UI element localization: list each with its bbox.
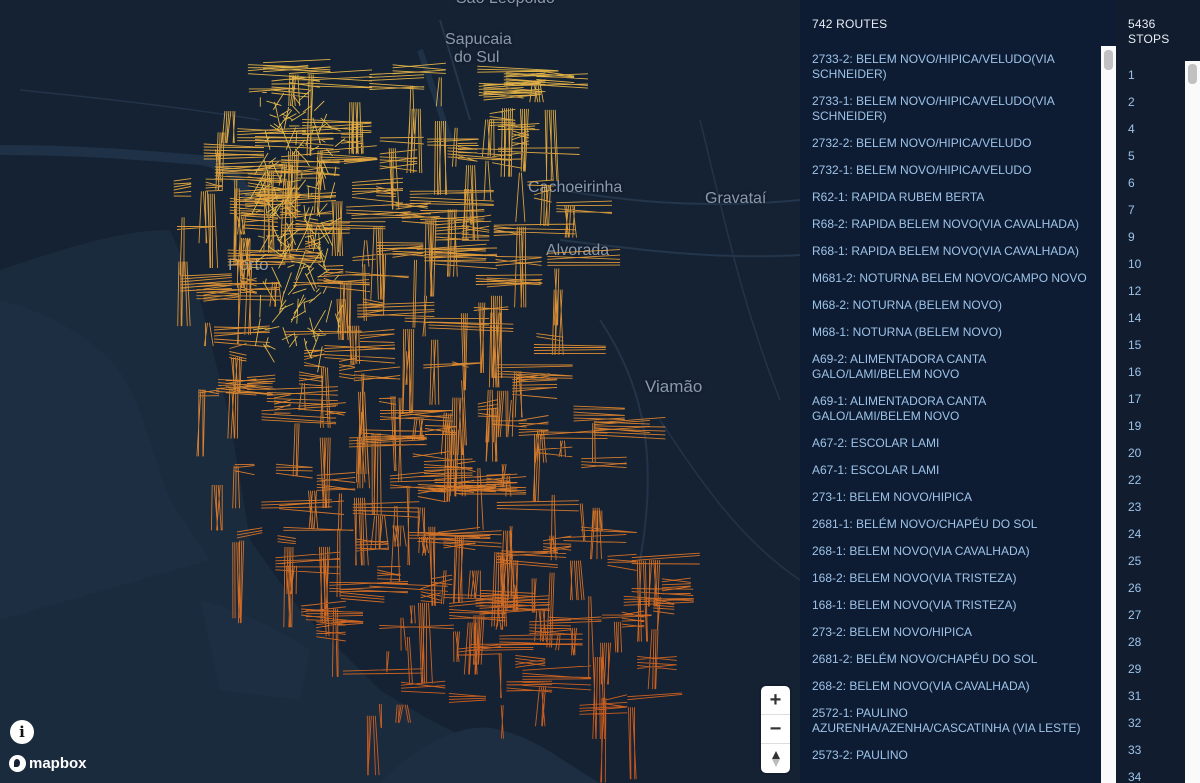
route-item[interactable]: A69-1: ALIMENTADORA CANTA GALO/LAMI/BELE… bbox=[812, 394, 1092, 424]
stop-item[interactable]: 16 bbox=[1128, 364, 1141, 391]
route-item[interactable]: 273-1: BELEM NOVO/HIPICA bbox=[812, 490, 1092, 505]
stop-item[interactable]: 27 bbox=[1128, 607, 1141, 634]
stop-item[interactable]: 19 bbox=[1128, 418, 1141, 445]
routes-scrollbar[interactable] bbox=[1101, 46, 1116, 783]
stop-item[interactable]: 23 bbox=[1128, 499, 1141, 526]
stops-label-header: STOPS bbox=[1128, 32, 1170, 46]
route-lines bbox=[173, 58, 700, 783]
mapbox-logo-text: mapbox bbox=[29, 755, 87, 772]
route-item[interactable]: 2732-2: BELEM NOVO/HIPICA/VELUDO bbox=[812, 136, 1092, 151]
stop-item[interactable]: 22 bbox=[1128, 472, 1141, 499]
routes-list[interactable]: 2733-2: BELEM NOVO/HIPICA/VELUDO(VIA SCH… bbox=[812, 52, 1092, 775]
stop-item[interactable]: 9 bbox=[1128, 229, 1141, 256]
stop-item[interactable]: 12 bbox=[1128, 283, 1141, 310]
route-item[interactable]: 2681-2: BELÉM NOVO/CHAPÉU DO SOL bbox=[812, 652, 1092, 667]
stop-item[interactable]: 31 bbox=[1128, 688, 1141, 715]
stop-item[interactable]: 34 bbox=[1128, 769, 1141, 783]
compass-button[interactable] bbox=[761, 744, 790, 773]
stops-count-header: 5436 bbox=[1128, 17, 1156, 31]
route-item[interactable]: 2732-1: BELEM NOVO/HIPICA/VELUDO bbox=[812, 163, 1092, 178]
stop-item[interactable]: 29 bbox=[1128, 661, 1141, 688]
route-item[interactable]: 2572-1: PAULINO AZURENHA/AZENHA/CASCATIN… bbox=[812, 706, 1092, 736]
side-panel: 742 ROUTES 2733-2: BELEM NOVO/HIPICA/VEL… bbox=[800, 0, 1200, 783]
route-item[interactable]: 273-2: BELEM NOVO/HIPICA bbox=[812, 625, 1092, 640]
stop-item[interactable]: 6 bbox=[1128, 175, 1141, 202]
route-item[interactable]: 2681-1: BELÉM NOVO/CHAPÉU DO SOL bbox=[812, 517, 1092, 532]
route-item[interactable]: A67-2: ESCOLAR LAMI bbox=[812, 436, 1092, 451]
stops-column: 5436 STOPS 1 2 4 5 6 7 9 10 12 14 15 16 17 19 20 22 23 24… bbox=[1116, 0, 1200, 783]
stops-scrollbar[interactable] bbox=[1185, 61, 1200, 783]
route-item[interactable]: M68-1: NOTURNA (BELEM NOVO) bbox=[812, 325, 1092, 340]
compass-icon bbox=[771, 750, 780, 767]
route-item[interactable]: 268-2: BELEM NOVO(VIA CAVALHADA) bbox=[812, 679, 1092, 694]
zoom-out-button[interactable]: − bbox=[761, 715, 790, 744]
stop-item[interactable]: 33 bbox=[1128, 742, 1141, 769]
routes-scrollbar-thumb[interactable] bbox=[1104, 50, 1113, 70]
routes-column: 742 ROUTES 2733-2: BELEM NOVO/HIPICA/VEL… bbox=[800, 0, 1116, 783]
route-item[interactable]: R62-1: RAPIDA RUBEM BERTA bbox=[812, 190, 1092, 205]
stop-item[interactable]: 28 bbox=[1128, 634, 1141, 661]
stop-item[interactable]: 4 bbox=[1128, 121, 1141, 148]
info-button[interactable]: i bbox=[10, 720, 34, 744]
stops-scrollbar-thumb[interactable] bbox=[1188, 64, 1197, 84]
routes-layer bbox=[173, 58, 700, 783]
mapbox-icon bbox=[9, 755, 26, 772]
stop-item[interactable]: 20 bbox=[1128, 445, 1141, 472]
route-item[interactable]: 2733-2: BELEM NOVO/HIPICA/VELUDO(VIA SCH… bbox=[812, 52, 1092, 82]
stop-item[interactable]: 5 bbox=[1128, 148, 1141, 175]
route-item[interactable]: 168-2: BELEM NOVO(VIA TRISTEZA) bbox=[812, 571, 1092, 586]
routes-count-header: 742 ROUTES bbox=[812, 17, 888, 31]
route-item[interactable]: M68-2: NOTURNA (BELEM NOVO) bbox=[812, 298, 1092, 313]
navigation-control: + − bbox=[761, 686, 790, 773]
route-item[interactable]: R68-1: RAPIDA BELEM NOVO(VIA CAVALHADA) bbox=[812, 244, 1092, 259]
stop-item[interactable]: 32 bbox=[1128, 715, 1141, 742]
stop-item[interactable]: 2 bbox=[1128, 94, 1141, 121]
route-item[interactable]: M681-2: NOTURNA BELEM NOVO/CAMPO NOVO bbox=[812, 271, 1092, 286]
stop-item[interactable]: 14 bbox=[1128, 310, 1141, 337]
stop-item[interactable]: 17 bbox=[1128, 391, 1141, 418]
stop-item[interactable]: 1 bbox=[1128, 67, 1141, 94]
route-item[interactable]: A67-1: ESCOLAR LAMI bbox=[812, 463, 1092, 478]
route-item[interactable]: 268-1: BELEM NOVO(VIA CAVALHADA) bbox=[812, 544, 1092, 559]
stop-item[interactable]: 26 bbox=[1128, 580, 1141, 607]
stop-item[interactable]: 25 bbox=[1128, 553, 1141, 580]
mapbox-logo[interactable]: mapbox bbox=[9, 755, 87, 772]
info-icon: i bbox=[19, 723, 25, 741]
stop-item[interactable]: 7 bbox=[1128, 202, 1141, 229]
app: São Leopoldo Sapucaia do Sul Cachoeirinh… bbox=[0, 0, 1200, 783]
zoom-in-button[interactable]: + bbox=[761, 686, 790, 715]
map-view[interactable]: São Leopoldo Sapucaia do Sul Cachoeirinh… bbox=[0, 0, 800, 783]
route-item[interactable]: 2573-2: PAULINO bbox=[812, 748, 1092, 763]
route-item[interactable]: 168-1: BELEM NOVO(VIA TRISTEZA) bbox=[812, 598, 1092, 613]
route-item[interactable]: R68-2: RAPIDA BELEM NOVO(VIA CAVALHADA) bbox=[812, 217, 1092, 232]
route-item[interactable]: 2733-1: BELEM NOVO/HIPICA/VELUDO(VIA SCH… bbox=[812, 94, 1092, 124]
stop-item[interactable]: 24 bbox=[1128, 526, 1141, 553]
stops-list[interactable]: 1 2 4 5 6 7 9 10 12 14 15 16 17 19 20 22 23 24 25 26 27 28 29 3… bbox=[1128, 67, 1141, 783]
stop-item[interactable]: 10 bbox=[1128, 256, 1141, 283]
stop-item[interactable]: 15 bbox=[1128, 337, 1141, 364]
route-item[interactable]: A69-2: ALIMENTADORA CANTA GALO/LAMI/BELE… bbox=[812, 352, 1092, 382]
